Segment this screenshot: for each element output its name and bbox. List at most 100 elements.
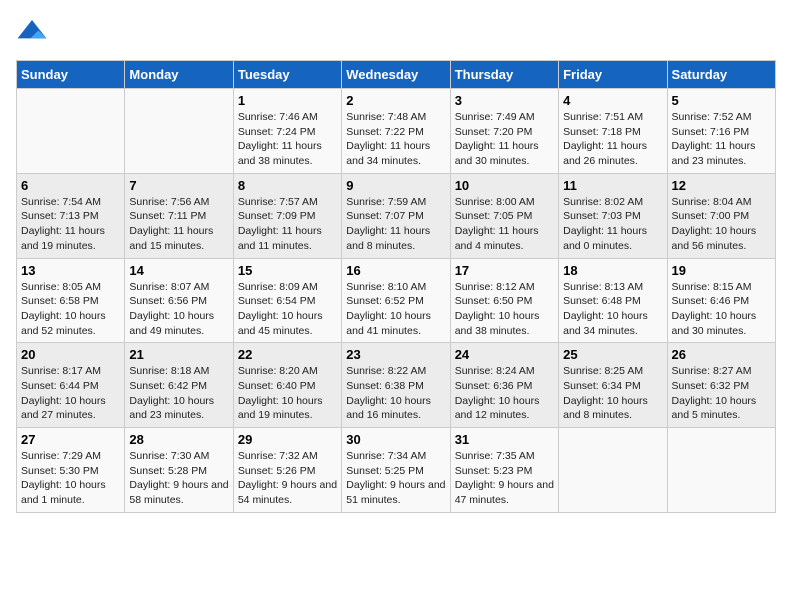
- day-info: Sunrise: 7:35 AMSunset: 5:23 PMDaylight:…: [455, 450, 554, 506]
- day-number: 28: [129, 432, 228, 447]
- day-number: 10: [455, 178, 554, 193]
- day-cell: 28 Sunrise: 7:30 AMSunset: 5:28 PMDaylig…: [125, 428, 233, 513]
- day-info: Sunrise: 8:20 AMSunset: 6:40 PMDaylight:…: [238, 365, 323, 421]
- header-thursday: Thursday: [450, 61, 558, 89]
- day-cell: 13 Sunrise: 8:05 AMSunset: 6:58 PMDaylig…: [17, 258, 125, 343]
- day-number: 9: [346, 178, 445, 193]
- day-cell: 2 Sunrise: 7:48 AMSunset: 7:22 PMDayligh…: [342, 89, 450, 174]
- day-number: 12: [672, 178, 771, 193]
- day-info: Sunrise: 8:00 AMSunset: 7:05 PMDaylight:…: [455, 196, 539, 252]
- day-cell: 9 Sunrise: 7:59 AMSunset: 7:07 PMDayligh…: [342, 173, 450, 258]
- day-cell: 22 Sunrise: 8:20 AMSunset: 6:40 PMDaylig…: [233, 343, 341, 428]
- day-info: Sunrise: 8:25 AMSunset: 6:34 PMDaylight:…: [563, 365, 648, 421]
- day-number: 23: [346, 347, 445, 362]
- day-number: 4: [563, 93, 662, 108]
- day-cell: 27 Sunrise: 7:29 AMSunset: 5:30 PMDaylig…: [17, 428, 125, 513]
- day-number: 3: [455, 93, 554, 108]
- day-number: 1: [238, 93, 337, 108]
- day-info: Sunrise: 8:05 AMSunset: 6:58 PMDaylight:…: [21, 281, 106, 337]
- day-cell: 29 Sunrise: 7:32 AMSunset: 5:26 PMDaylig…: [233, 428, 341, 513]
- day-info: Sunrise: 7:34 AMSunset: 5:25 PMDaylight:…: [346, 450, 445, 506]
- day-number: 15: [238, 263, 337, 278]
- day-number: 26: [672, 347, 771, 362]
- day-cell: 21 Sunrise: 8:18 AMSunset: 6:42 PMDaylig…: [125, 343, 233, 428]
- day-number: 20: [21, 347, 120, 362]
- day-number: 25: [563, 347, 662, 362]
- day-cell: 18 Sunrise: 8:13 AMSunset: 6:48 PMDaylig…: [559, 258, 667, 343]
- day-info: Sunrise: 7:48 AMSunset: 7:22 PMDaylight:…: [346, 111, 430, 167]
- day-cell: 26 Sunrise: 8:27 AMSunset: 6:32 PMDaylig…: [667, 343, 775, 428]
- week-row-1: 1 Sunrise: 7:46 AMSunset: 7:24 PMDayligh…: [17, 89, 776, 174]
- day-number: 13: [21, 263, 120, 278]
- day-number: 11: [563, 178, 662, 193]
- day-info: Sunrise: 8:17 AMSunset: 6:44 PMDaylight:…: [21, 365, 106, 421]
- day-info: Sunrise: 7:29 AMSunset: 5:30 PMDaylight:…: [21, 450, 106, 506]
- day-cell: [17, 89, 125, 174]
- day-cell: 11 Sunrise: 8:02 AMSunset: 7:03 PMDaylig…: [559, 173, 667, 258]
- day-cell: 25 Sunrise: 8:25 AMSunset: 6:34 PMDaylig…: [559, 343, 667, 428]
- day-info: Sunrise: 8:10 AMSunset: 6:52 PMDaylight:…: [346, 281, 431, 337]
- day-number: 30: [346, 432, 445, 447]
- day-cell: 4 Sunrise: 7:51 AMSunset: 7:18 PMDayligh…: [559, 89, 667, 174]
- day-info: Sunrise: 8:09 AMSunset: 6:54 PMDaylight:…: [238, 281, 323, 337]
- day-cell: 31 Sunrise: 7:35 AMSunset: 5:23 PMDaylig…: [450, 428, 558, 513]
- day-info: Sunrise: 8:22 AMSunset: 6:38 PMDaylight:…: [346, 365, 431, 421]
- day-info: Sunrise: 8:04 AMSunset: 7:00 PMDaylight:…: [672, 196, 757, 252]
- week-row-2: 6 Sunrise: 7:54 AMSunset: 7:13 PMDayligh…: [17, 173, 776, 258]
- day-number: 19: [672, 263, 771, 278]
- logo: [16, 16, 52, 48]
- day-info: Sunrise: 8:07 AMSunset: 6:56 PMDaylight:…: [129, 281, 214, 337]
- day-info: Sunrise: 7:49 AMSunset: 7:20 PMDaylight:…: [455, 111, 539, 167]
- day-number: 7: [129, 178, 228, 193]
- day-number: 27: [21, 432, 120, 447]
- header-saturday: Saturday: [667, 61, 775, 89]
- day-cell: 1 Sunrise: 7:46 AMSunset: 7:24 PMDayligh…: [233, 89, 341, 174]
- day-number: 29: [238, 432, 337, 447]
- day-info: Sunrise: 7:59 AMSunset: 7:07 PMDaylight:…: [346, 196, 430, 252]
- header-row: SundayMondayTuesdayWednesdayThursdayFrid…: [17, 61, 776, 89]
- day-info: Sunrise: 7:32 AMSunset: 5:26 PMDaylight:…: [238, 450, 337, 506]
- calendar-table: SundayMondayTuesdayWednesdayThursdayFrid…: [16, 60, 776, 513]
- day-cell: 3 Sunrise: 7:49 AMSunset: 7:20 PMDayligh…: [450, 89, 558, 174]
- day-cell: 15 Sunrise: 8:09 AMSunset: 6:54 PMDaylig…: [233, 258, 341, 343]
- day-number: 21: [129, 347, 228, 362]
- day-info: Sunrise: 8:12 AMSunset: 6:50 PMDaylight:…: [455, 281, 540, 337]
- day-info: Sunrise: 7:57 AMSunset: 7:09 PMDaylight:…: [238, 196, 322, 252]
- day-number: 24: [455, 347, 554, 362]
- day-info: Sunrise: 8:15 AMSunset: 6:46 PMDaylight:…: [672, 281, 757, 337]
- day-cell: 30 Sunrise: 7:34 AMSunset: 5:25 PMDaylig…: [342, 428, 450, 513]
- day-info: Sunrise: 7:54 AMSunset: 7:13 PMDaylight:…: [21, 196, 105, 252]
- day-info: Sunrise: 8:13 AMSunset: 6:48 PMDaylight:…: [563, 281, 648, 337]
- day-info: Sunrise: 8:02 AMSunset: 7:03 PMDaylight:…: [563, 196, 647, 252]
- day-number: 8: [238, 178, 337, 193]
- day-number: 14: [129, 263, 228, 278]
- day-info: Sunrise: 8:24 AMSunset: 6:36 PMDaylight:…: [455, 365, 540, 421]
- day-number: 16: [346, 263, 445, 278]
- week-row-5: 27 Sunrise: 7:29 AMSunset: 5:30 PMDaylig…: [17, 428, 776, 513]
- day-info: Sunrise: 7:52 AMSunset: 7:16 PMDaylight:…: [672, 111, 756, 167]
- day-number: 31: [455, 432, 554, 447]
- day-cell: [559, 428, 667, 513]
- day-cell: 6 Sunrise: 7:54 AMSunset: 7:13 PMDayligh…: [17, 173, 125, 258]
- day-info: Sunrise: 7:30 AMSunset: 5:28 PMDaylight:…: [129, 450, 228, 506]
- day-cell: 17 Sunrise: 8:12 AMSunset: 6:50 PMDaylig…: [450, 258, 558, 343]
- day-cell: 7 Sunrise: 7:56 AMSunset: 7:11 PMDayligh…: [125, 173, 233, 258]
- header-friday: Friday: [559, 61, 667, 89]
- day-cell: 14 Sunrise: 8:07 AMSunset: 6:56 PMDaylig…: [125, 258, 233, 343]
- day-cell: 23 Sunrise: 8:22 AMSunset: 6:38 PMDaylig…: [342, 343, 450, 428]
- day-info: Sunrise: 7:56 AMSunset: 7:11 PMDaylight:…: [129, 196, 213, 252]
- day-number: 6: [21, 178, 120, 193]
- logo-icon: [16, 16, 48, 48]
- day-cell: [667, 428, 775, 513]
- week-row-4: 20 Sunrise: 8:17 AMSunset: 6:44 PMDaylig…: [17, 343, 776, 428]
- day-number: 22: [238, 347, 337, 362]
- day-cell: 5 Sunrise: 7:52 AMSunset: 7:16 PMDayligh…: [667, 89, 775, 174]
- page-header: [16, 16, 776, 48]
- header-wednesday: Wednesday: [342, 61, 450, 89]
- day-cell: 10 Sunrise: 8:00 AMSunset: 7:05 PMDaylig…: [450, 173, 558, 258]
- day-cell: [125, 89, 233, 174]
- day-number: 5: [672, 93, 771, 108]
- header-monday: Monday: [125, 61, 233, 89]
- day-cell: 24 Sunrise: 8:24 AMSunset: 6:36 PMDaylig…: [450, 343, 558, 428]
- day-info: Sunrise: 7:51 AMSunset: 7:18 PMDaylight:…: [563, 111, 647, 167]
